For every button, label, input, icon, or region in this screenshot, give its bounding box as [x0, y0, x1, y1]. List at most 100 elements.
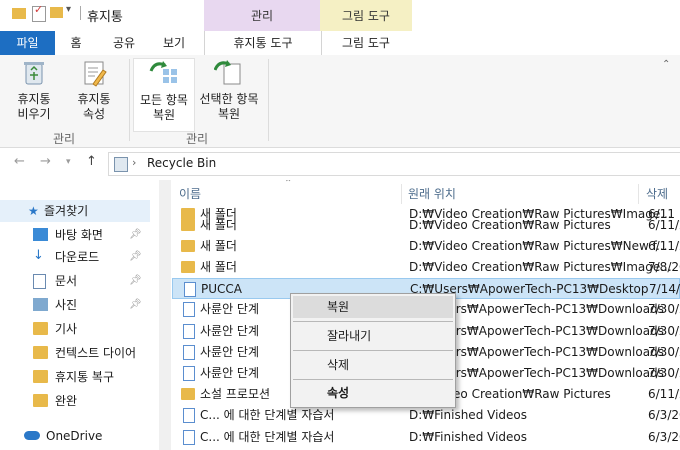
- pin-icon[interactable]: 📌︎: [129, 270, 142, 292]
- nav-item-articles[interactable]: 기사: [0, 318, 150, 340]
- restore-all-items-button[interactable]: 모든 항목 복원: [133, 58, 195, 132]
- restore-selected-items-button[interactable]: 선택한 항목 복원: [196, 58, 262, 128]
- folder-icon: [33, 322, 48, 335]
- menu-item-label: 속성: [327, 386, 350, 400]
- tab-recycle-bin-tools[interactable]: 휴지통 도구: [204, 31, 322, 56]
- item-date: 7/14/2: [649, 282, 680, 296]
- title-separator: [80, 6, 81, 20]
- item-date: 6/11/2: [648, 387, 680, 401]
- menu-item-restore[interactable]: 복원: [293, 296, 453, 318]
- window-title: 휴지통: [87, 10, 123, 25]
- recycle-bin-properties-button[interactable]: 휴지통 속성: [66, 58, 122, 128]
- navigation-pane: ★ 즐겨찾기 바탕 화면 📌︎ ↓ 다운로드 📌︎ 문서 📌︎ 사진 📌︎ 기사…: [0, 180, 158, 450]
- item-name: 사륜안 단계: [200, 302, 260, 316]
- item-name: C... 에 대한 단계별 자습서: [200, 430, 335, 444]
- nav-item-desktop[interactable]: 바탕 화면 📌︎: [0, 224, 150, 246]
- context-menu: 복원 잘라내기 삭제 속성: [290, 293, 456, 408]
- nav-item-label: 기사: [55, 322, 78, 336]
- restore-selected-label: 선택한 항목 복원: [199, 92, 259, 121]
- tab-view[interactable]: 보기: [152, 31, 196, 55]
- recent-dropdown-icon[interactable]: ▾: [66, 157, 71, 167]
- menu-item-cut[interactable]: 잘라내기: [293, 325, 453, 347]
- list-item[interactable]: C... 에 대한 단계별 자습서 D:₩Finished Videos 6/3…: [172, 405, 680, 426]
- ribbon-group-restore-label: 관리: [186, 132, 209, 146]
- menu-item-label: 삭제: [327, 358, 350, 372]
- ribbon-group-separator: [129, 59, 130, 141]
- list-item[interactable]: C... 에 대한 단계별 자습서 D:₩Finished Videos 6/3…: [172, 427, 680, 448]
- back-arrow-icon[interactable]: ←: [14, 154, 25, 169]
- document-icon: [183, 324, 195, 339]
- item-name: PUCCA: [201, 282, 242, 296]
- nav-item-pictures[interactable]: 사진 📌︎: [0, 294, 150, 316]
- restore-selected-icon: [213, 58, 244, 88]
- breadcrumb-recycle-bin[interactable]: Recycle Bin: [147, 156, 216, 170]
- contextual-group-picture-tools: 그림 도구: [320, 0, 412, 31]
- document-icon: [183, 430, 195, 445]
- tab-file[interactable]: 파일: [0, 31, 55, 55]
- nav-scrollbar[interactable]: [159, 180, 171, 450]
- nav-item-label: 휴지통 복구: [55, 370, 115, 384]
- folder-icon: [181, 388, 195, 400]
- nav-item-complete[interactable]: 완완: [0, 390, 150, 412]
- download-arrow-icon: ↓: [33, 248, 44, 263]
- column-divider[interactable]: [401, 184, 402, 204]
- list-item[interactable]: 새 폴더 D:₩Video Creation₩Raw Pictures 6/11…: [172, 215, 680, 236]
- pin-icon[interactable]: 📌︎: [129, 246, 142, 268]
- ribbon-group-separator: [268, 59, 269, 141]
- item-name: 새 폴더: [200, 218, 237, 232]
- document-icon: [33, 274, 46, 289]
- item-date: 6/3/20: [648, 430, 680, 444]
- tab-share[interactable]: 공유: [104, 31, 144, 55]
- menu-item-delete[interactable]: 삭제: [293, 354, 453, 376]
- item-date: 7/30/2: [648, 345, 680, 359]
- empty-recycle-bin-label: 휴지통 비우기: [17, 92, 51, 121]
- list-item[interactable]: 새 폴더 D:₩Video Creation₩Raw Pictures₩New …: [172, 236, 680, 257]
- item-location: D:₩Video Creation₩Raw Pictures: [409, 218, 611, 232]
- contextual-group-manage: 관리: [204, 0, 320, 31]
- breadcrumb-chevron-icon[interactable]: ›: [132, 156, 136, 169]
- cloud-icon: [24, 431, 40, 440]
- menu-item-label: 잘라내기: [327, 329, 372, 343]
- item-name: 소설 프로모션: [200, 387, 271, 401]
- tab-home[interactable]: 홈: [58, 31, 94, 55]
- document-icon: [183, 366, 195, 381]
- folder-icon: [33, 394, 48, 407]
- menu-item-label: 복원: [327, 300, 350, 314]
- folder-icon: [181, 219, 195, 231]
- item-location: D:₩Video Creation₩Raw Pictures₩New f...: [409, 239, 668, 253]
- nav-item-recycle-recovery[interactable]: 휴지통 복구: [0, 366, 150, 388]
- folder-icon: [181, 240, 195, 252]
- new-folder-quick-icon[interactable]: [50, 7, 63, 18]
- up-arrow-icon[interactable]: ↑: [86, 154, 97, 169]
- item-date: 6/3/20: [648, 408, 680, 422]
- item-name: 새 폴더: [200, 239, 237, 253]
- nav-item-context-diagram[interactable]: 컨텍스트 다이어: [0, 342, 150, 364]
- nav-item-label: 바탕 화면: [55, 228, 103, 242]
- nav-item-downloads[interactable]: ↓ 다운로드 📌︎: [0, 246, 150, 268]
- column-divider[interactable]: [638, 184, 639, 204]
- forward-arrow-icon[interactable]: →: [40, 154, 51, 169]
- folder-icon: [33, 346, 48, 359]
- empty-recycle-bin-button[interactable]: 휴지통 비우기: [6, 58, 62, 128]
- contextual-group-manage-label: 관리: [250, 9, 274, 23]
- restore-all-icon: [149, 59, 179, 89]
- menu-item-properties[interactable]: 속성: [293, 382, 453, 404]
- ribbon-collapse-icon[interactable]: ⌃: [662, 59, 670, 70]
- folder-icon: [33, 370, 48, 383]
- qat-dropdown-icon[interactable]: ▾: [66, 4, 71, 15]
- item-location: D:₩Video Creation₩Raw Pictures₩Image...: [409, 260, 672, 274]
- item-date: 7/30/2: [648, 302, 680, 316]
- list-item[interactable]: 새 폴더 D:₩Video Creation₩Raw Pictures₩Imag…: [172, 257, 680, 278]
- item-location: D:₩Finished Videos: [409, 408, 527, 422]
- nav-item-documents[interactable]: 문서 📌︎: [0, 270, 150, 292]
- tab-picture-tools[interactable]: 그림 도구: [320, 31, 412, 55]
- item-date: 7/8/20: [648, 260, 680, 274]
- pin-icon[interactable]: 📌︎: [129, 294, 142, 316]
- nav-item-onedrive[interactable]: OneDrive: [0, 425, 150, 447]
- document-icon: [183, 345, 195, 360]
- check-icon: ✓: [34, 3, 44, 16]
- nav-quick-access[interactable]: ★ 즐겨찾기: [0, 200, 150, 222]
- address-box[interactable]: › Recycle Bin: [108, 152, 680, 176]
- contextual-group-picture-label: 그림 도구: [342, 9, 390, 23]
- pin-icon[interactable]: 📌︎: [129, 224, 142, 246]
